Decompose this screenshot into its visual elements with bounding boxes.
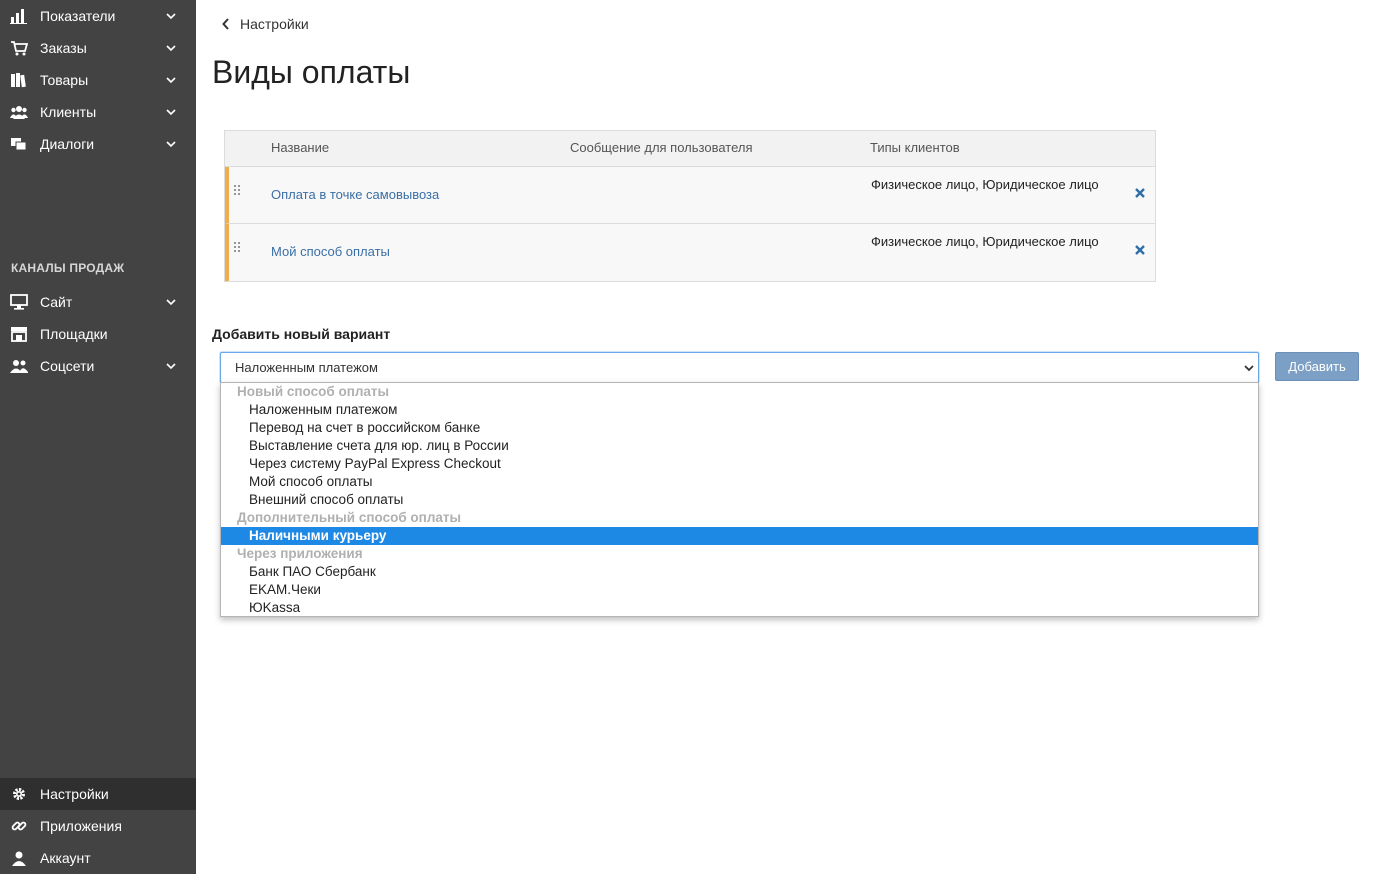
sidebar-section-title: КАНАЛЫ ПРОДАЖ xyxy=(11,261,125,275)
sidebar-item-metrics[interactable]: Показатели xyxy=(0,0,196,32)
sidebar-item-site[interactable]: Сайт xyxy=(0,286,196,318)
chevron-down-icon xyxy=(166,299,176,306)
monitor-icon xyxy=(10,294,28,310)
select-dropdown-list: Новый способ оплаты Наложенным платежом … xyxy=(220,382,1259,617)
sidebar-item-social[interactable]: Соцсети xyxy=(0,350,196,382)
client-types-value: Физическое лицо, Юридическое лицо xyxy=(871,234,1099,249)
sidebar-item-label: Товары xyxy=(40,72,89,88)
option-group-label: Дополнительный способ оплаты xyxy=(237,510,462,525)
drag-handle-icon[interactable] xyxy=(233,241,241,255)
dropdown-option[interactable]: Мой способ оплаты xyxy=(221,473,1258,491)
select-value: Наложенным платежом xyxy=(235,360,378,375)
chevron-down-icon xyxy=(166,45,176,52)
dropdown-option[interactable]: EKAM.Чеки xyxy=(221,581,1258,599)
people-icon xyxy=(10,360,28,373)
dropdown-option[interactable]: Перевод на счет в российском банке xyxy=(221,419,1258,437)
sidebar-item-label: Аккаунт xyxy=(40,850,91,866)
sidebar-item-label: Приложения xyxy=(40,818,122,834)
sidebar-item-clients[interactable]: Клиенты xyxy=(0,96,196,128)
sidebar-item-label: Соцсети xyxy=(40,358,95,374)
books-icon xyxy=(11,73,26,88)
column-header-client-types: Типы клиентов xyxy=(870,140,960,155)
chevron-down-icon xyxy=(166,363,176,370)
option-group-label: Новый способ оплаты xyxy=(237,384,390,399)
table-header: Название Сообщение для пользователя Типы… xyxy=(225,131,1155,167)
payment-method-link[interactable]: Оплата в точке самовывоза xyxy=(271,187,439,202)
delete-icon[interactable] xyxy=(1134,187,1146,199)
add-variant-label: Добавить новый вариант xyxy=(212,326,391,342)
sidebar-item-marketplaces[interactable]: Площадки xyxy=(0,318,196,350)
users-icon xyxy=(10,106,28,119)
drag-handle-icon[interactable] xyxy=(233,184,241,198)
sidebar-item-label: Показатели xyxy=(40,8,116,24)
sidebar-item-label: Клиенты xyxy=(40,104,97,120)
column-header-message: Сообщение для пользователя xyxy=(570,140,753,155)
client-types-value: Физическое лицо, Юридическое лицо xyxy=(871,177,1099,192)
sidebar: Показатели Заказы Товары Клиенты Диалоги… xyxy=(0,0,196,874)
sidebar-item-label: Настройки xyxy=(40,786,109,802)
dropdown-option[interactable]: Наложенным платежом xyxy=(221,401,1258,419)
table-row: Оплата в точке самовывоза Физическое лиц… xyxy=(225,167,1155,224)
gear-icon xyxy=(13,788,25,800)
dropdown-option[interactable]: Выставление счета для юр. лиц в России xyxy=(221,437,1258,455)
chevron-down-icon xyxy=(166,13,176,20)
sidebar-item-label: Сайт xyxy=(40,294,73,310)
option-group-label: Через приложения xyxy=(237,546,363,561)
column-header-name: Название xyxy=(271,140,330,155)
link-icon xyxy=(11,821,27,831)
main-content: Настройки Виды оплаты Название Сообщение… xyxy=(196,0,1380,874)
dropdown-option[interactable]: ЮKassa xyxy=(221,599,1258,617)
back-link[interactable]: Настройки xyxy=(222,14,309,34)
chevron-down-icon xyxy=(166,141,176,148)
dropdown-option[interactable]: Внешний способ оплаты xyxy=(221,491,1258,509)
dropdown-option[interactable]: Банк ПАО Сбербанк xyxy=(221,563,1258,581)
chevron-down-icon xyxy=(1244,365,1254,372)
sidebar-item-label: Заказы xyxy=(40,40,87,56)
chat-icon xyxy=(11,138,27,151)
back-link-label: Настройки xyxy=(240,16,309,32)
sidebar-item-apps[interactable]: Приложения xyxy=(0,810,196,842)
chevron-left-icon xyxy=(222,18,229,30)
user-icon xyxy=(12,851,26,866)
sidebar-item-label: Площадки xyxy=(40,326,108,342)
sidebar-item-orders[interactable]: Заказы xyxy=(0,32,196,64)
dropdown-option-highlighted[interactable]: Наличными курьеру xyxy=(221,527,1258,545)
bar-chart-icon xyxy=(10,9,27,24)
chevron-down-icon xyxy=(166,109,176,116)
payment-method-link[interactable]: Мой способ оплаты xyxy=(271,244,390,259)
add-button[interactable]: Добавить xyxy=(1275,352,1359,381)
sidebar-item-products[interactable]: Товары xyxy=(0,64,196,96)
sidebar-item-dialogs[interactable]: Диалоги xyxy=(0,128,196,160)
sidebar-item-settings[interactable]: Настройки xyxy=(0,778,196,810)
delete-icon[interactable] xyxy=(1134,244,1146,256)
store-icon xyxy=(11,327,27,342)
table-row: Мой способ оплаты Физическое лицо, Юриди… xyxy=(225,224,1155,281)
payment-methods-table: Название Сообщение для пользователя Типы… xyxy=(224,130,1156,282)
page-title: Виды оплаты xyxy=(212,54,411,90)
chevron-down-icon xyxy=(166,77,176,84)
sidebar-item-account[interactable]: Аккаунт xyxy=(0,842,196,874)
dropdown-option[interactable]: Через систему PayPal Express Checkout xyxy=(221,455,1258,473)
payment-method-select[interactable]: Наложенным платежом xyxy=(220,352,1259,383)
cart-icon xyxy=(11,41,28,56)
sidebar-item-label: Диалоги xyxy=(40,136,95,152)
